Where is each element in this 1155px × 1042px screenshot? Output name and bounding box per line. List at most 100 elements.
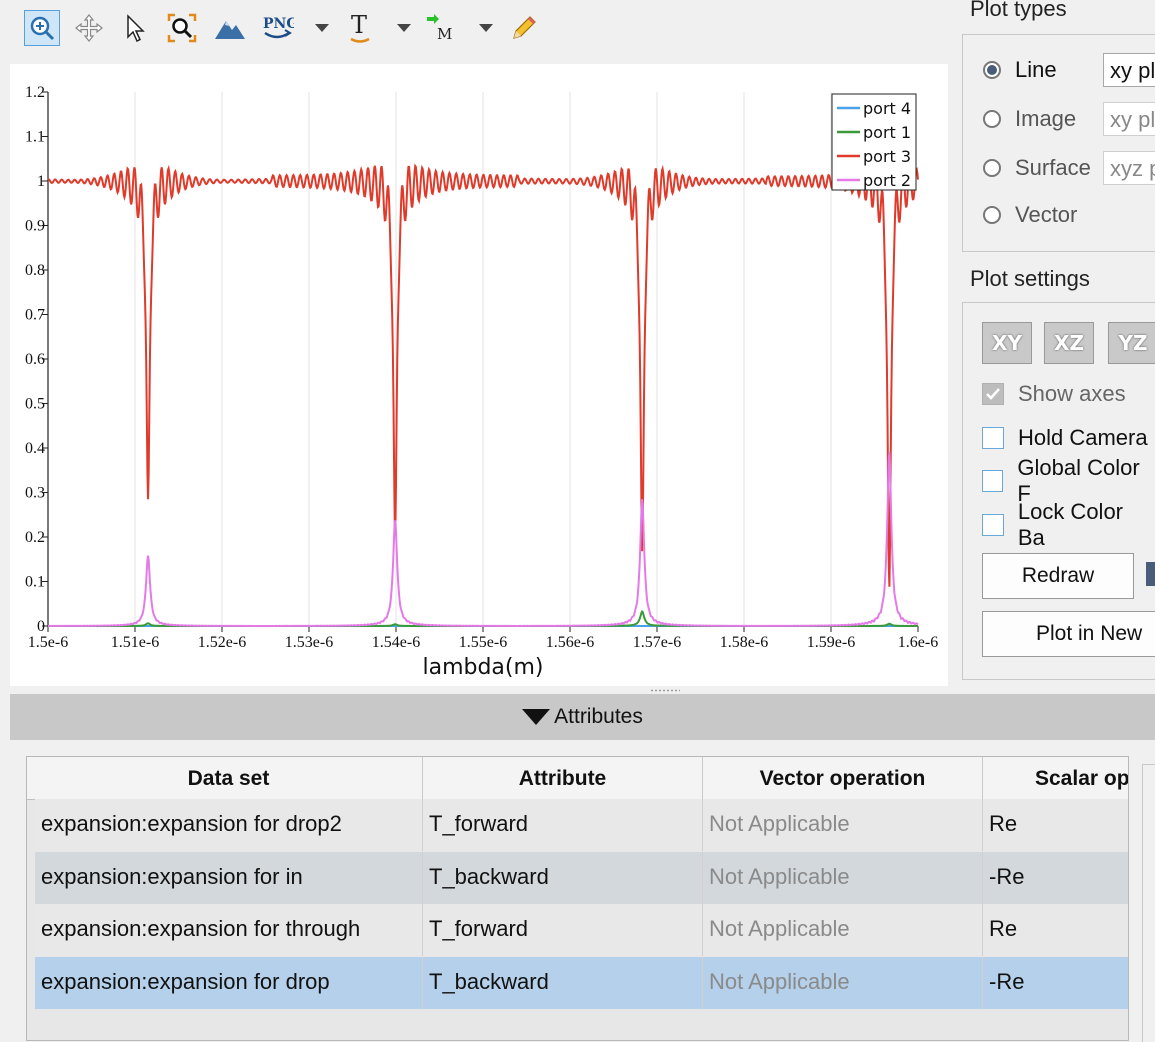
view-xz-label: XZ bbox=[1054, 331, 1084, 355]
x-tick-label: 1.54e-6 bbox=[372, 634, 420, 651]
x-axis-title: lambda(m) bbox=[422, 655, 543, 680]
plot-types-title: Plot types bbox=[970, 0, 1067, 21]
x-tick-label: 1.55e-6 bbox=[459, 634, 507, 651]
marker-icon[interactable]: M bbox=[424, 10, 460, 46]
radio-line-button[interactable] bbox=[983, 61, 1001, 79]
pointer-icon[interactable] bbox=[117, 10, 153, 46]
redraw-button[interactable]: Redraw bbox=[982, 553, 1134, 599]
plot-types-group: Line xy plot Image xy plot Surface xyz p… bbox=[962, 34, 1155, 252]
y-tick-label: 0.7 bbox=[25, 307, 45, 324]
png-dropdown-icon[interactable] bbox=[312, 10, 332, 46]
table-row[interactable]: expansion:expansion for drop T_backward No… bbox=[27, 956, 1128, 1009]
radio-surface-label: Surface bbox=[1015, 155, 1091, 180]
cell-scalar[interactable]: -Re bbox=[983, 956, 1128, 1009]
table-row[interactable]: expansion:expansion for in T_backward Not … bbox=[27, 851, 1128, 904]
column-header-attribute[interactable]: Attribute bbox=[423, 757, 703, 799]
lock-color-box[interactable] bbox=[982, 514, 1004, 536]
radio-surface-button[interactable] bbox=[983, 159, 1001, 177]
legend-label: port 3 bbox=[863, 147, 911, 166]
table-row[interactable]: expansion:expansion for drop2 T_forward No… bbox=[27, 799, 1128, 851]
png-export-icon[interactable]: PNG bbox=[259, 10, 295, 46]
global-color-checkbox[interactable]: Global Color F bbox=[982, 455, 1155, 506]
zoom-in-icon[interactable] bbox=[24, 10, 60, 46]
mountain-icon[interactable] bbox=[212, 10, 248, 46]
pan-icon[interactable] bbox=[71, 10, 107, 46]
show-axes-checkbox[interactable]: Show axes bbox=[982, 379, 1126, 409]
y-tick-label: 0.8 bbox=[25, 262, 45, 279]
y-tick-label: 0.3 bbox=[25, 485, 45, 502]
column-header-scalar[interactable]: Scalar op bbox=[983, 757, 1128, 799]
plot-settings-title: Plot settings bbox=[970, 266, 1090, 291]
show-axes-check-icon[interactable] bbox=[982, 383, 1004, 405]
line-plot-combo[interactable]: xy plot bbox=[1103, 53, 1155, 87]
cell-dataset[interactable]: expansion:expansion for through bbox=[35, 904, 423, 956]
auto-redraw-check[interactable] bbox=[1146, 562, 1155, 586]
hold-camera-checkbox[interactable]: Hold Camera bbox=[982, 423, 1148, 453]
text-tool-icon[interactable]: T bbox=[342, 10, 378, 46]
column-header-vector[interactable]: Vector operation bbox=[703, 757, 983, 799]
radio-image-button[interactable] bbox=[983, 110, 1001, 128]
table-row[interactable]: expansion:expansion for through T_forward… bbox=[27, 904, 1128, 956]
cell-attribute[interactable]: T_forward bbox=[423, 904, 703, 956]
cell-scalar[interactable]: Re bbox=[983, 904, 1128, 956]
y-tick-label: 0.4 bbox=[25, 440, 45, 457]
cell-vector[interactable]: Not Applicable bbox=[703, 904, 983, 956]
radio-vector-button[interactable] bbox=[983, 206, 1001, 224]
cell-vector[interactable]: Not Applicable bbox=[703, 956, 983, 1009]
x-tick-label: 1.59e-6 bbox=[807, 634, 855, 651]
collapse-triangle-icon bbox=[522, 709, 551, 725]
svg-text:PNG: PNG bbox=[263, 16, 294, 32]
cell-attribute[interactable]: T_backward bbox=[423, 956, 703, 1009]
zoom-fit-icon[interactable] bbox=[164, 10, 200, 46]
view-xy-label: XY bbox=[992, 331, 1022, 355]
x-tick-label: 1.51e-6 bbox=[111, 634, 159, 651]
text-dropdown-icon[interactable] bbox=[394, 10, 414, 46]
side-frame bbox=[1142, 764, 1155, 1042]
image-plot-combo[interactable]: xy plot bbox=[1103, 102, 1155, 136]
radio-vector-label: Vector bbox=[1015, 202, 1078, 227]
global-color-box[interactable] bbox=[982, 470, 1004, 492]
cell-vector[interactable]: Not Applicable bbox=[703, 851, 983, 904]
cell-scalar[interactable]: Re bbox=[983, 799, 1128, 851]
lock-color-checkbox[interactable]: Lock Color Ba bbox=[982, 499, 1155, 550]
surface-plot-combo[interactable]: xyz plot bbox=[1103, 151, 1155, 185]
y-tick-label: 0.6 bbox=[25, 351, 45, 368]
cell-attribute[interactable]: T_backward bbox=[423, 851, 703, 904]
cell-dataset[interactable]: expansion:expansion for in bbox=[35, 851, 423, 904]
legend-label: port 1 bbox=[863, 123, 911, 142]
column-header-dataset[interactable]: Data set bbox=[35, 757, 423, 799]
svg-text:M: M bbox=[437, 25, 452, 43]
legend-label: port 2 bbox=[863, 171, 911, 190]
show-axes-label: Show axes bbox=[1018, 381, 1126, 406]
x-tick-label: 1.56e-6 bbox=[546, 634, 594, 651]
radio-vector[interactable]: Vector bbox=[983, 200, 1077, 230]
y-tick-label: 0.5 bbox=[25, 396, 45, 413]
x-tick-label: 1.57e-6 bbox=[633, 634, 681, 651]
x-tick-label: 1.5e-6 bbox=[28, 634, 68, 651]
pencil-icon[interactable] bbox=[506, 10, 542, 46]
radio-image-label: Image bbox=[1015, 106, 1077, 131]
y-tick-label: 1 bbox=[37, 173, 45, 190]
view-yz-label: YZ bbox=[1118, 331, 1148, 355]
cell-vector[interactable]: Not Applicable bbox=[703, 799, 983, 851]
line-chart[interactable]: 0 0.1 0.2 0.3 0.4 0.5 0.6 0.7 0.8 0.9 1 1.1 1.2 1.5e-… bbox=[10, 64, 948, 686]
cell-dataset[interactable]: expansion:expansion for drop2 bbox=[35, 799, 423, 851]
cell-dataset[interactable]: expansion:expansion for drop bbox=[35, 956, 423, 1009]
attributes-table: Data set Attribute Vector operation Scal… bbox=[26, 756, 1129, 1041]
radio-line[interactable]: Line bbox=[983, 55, 1057, 85]
x-tick-label: 1.52e-6 bbox=[198, 634, 246, 651]
cell-scalar[interactable]: -Re bbox=[983, 851, 1128, 904]
legend-label: port 4 bbox=[863, 99, 911, 118]
view-xz-button[interactable]: XZ bbox=[1044, 322, 1094, 364]
radio-surface[interactable]: Surface bbox=[983, 153, 1091, 183]
radio-image[interactable]: Image bbox=[983, 104, 1076, 134]
view-xy-button[interactable]: XY bbox=[982, 322, 1032, 364]
plot-area[interactable]: 0 0.1 0.2 0.3 0.4 0.5 0.6 0.7 0.8 0.9 1 1.1 1.2 1.5e-… bbox=[10, 64, 948, 686]
hold-camera-box[interactable] bbox=[982, 427, 1004, 449]
marker-dropdown-icon[interactable] bbox=[476, 10, 496, 46]
cell-attribute[interactable]: T_forward bbox=[423, 799, 703, 851]
plot-in-new-button[interactable]: Plot in New bbox=[982, 611, 1155, 657]
hold-camera-label: Hold Camera bbox=[1018, 425, 1148, 450]
view-yz-button[interactable]: YZ bbox=[1108, 322, 1155, 364]
attributes-header[interactable]: Attributes bbox=[10, 694, 1155, 740]
